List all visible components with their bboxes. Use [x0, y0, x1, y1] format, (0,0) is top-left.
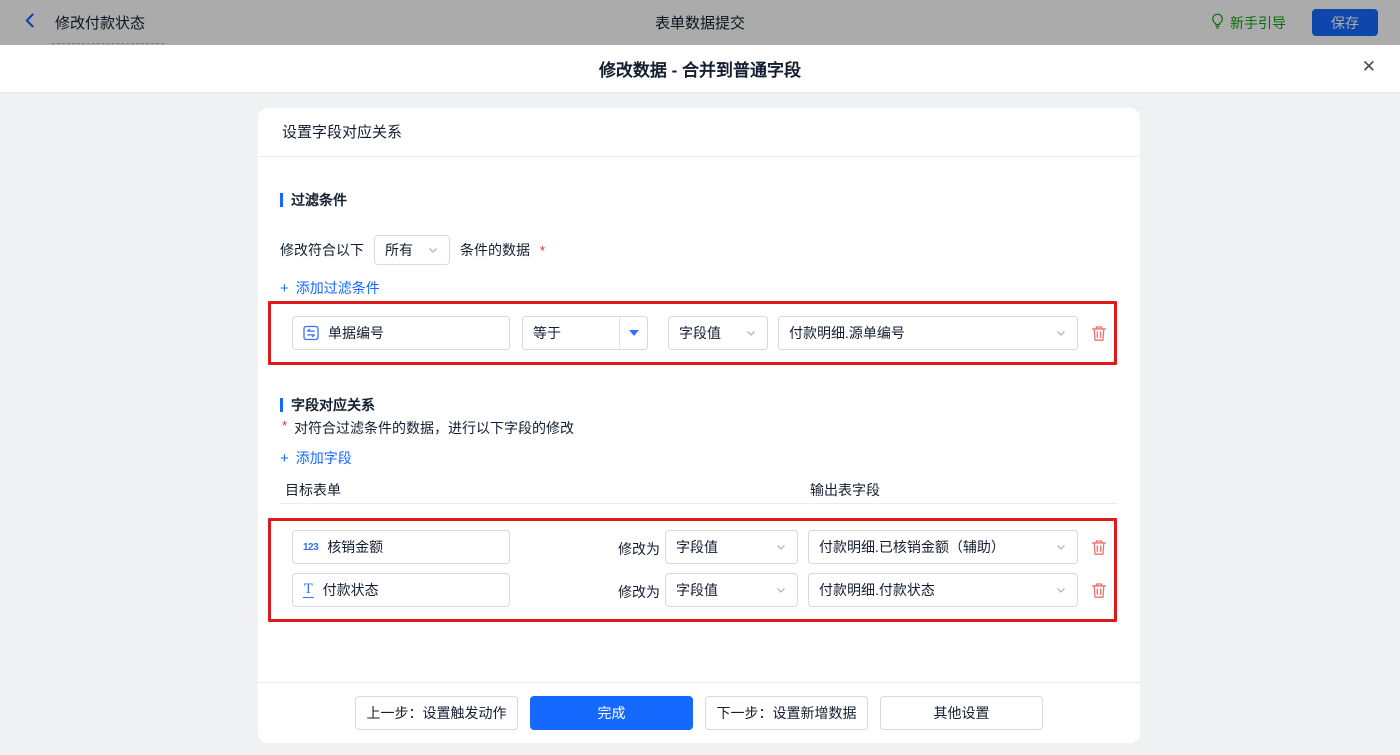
mapping-section-title-text: 字段对应关系	[291, 397, 375, 413]
mapping-row: T 付款状态 修改为 字段值 付款明细.付款状态	[258, 573, 1140, 607]
target-field-select[interactable]: 123 核销金额	[292, 530, 510, 564]
chevron-down-icon	[427, 244, 439, 256]
modify-to-label: 修改为	[618, 541, 660, 557]
filter-section-title-text: 过滤条件	[291, 192, 347, 208]
value-type-select[interactable]: 字段值	[665, 573, 798, 607]
filter-value-select[interactable]: 付款明细.源单编号	[778, 316, 1078, 350]
required-asterisk: *	[282, 418, 288, 433]
required-asterisk: *	[540, 242, 546, 258]
filter-operator-select[interactable]: 等于	[522, 316, 648, 350]
filter-section-title: 过滤条件	[280, 190, 347, 210]
chevron-down-icon	[775, 584, 787, 596]
mapping-description: 对符合过滤条件的数据，进行以下字段的修改	[294, 420, 575, 436]
value-type-select[interactable]: 字段值	[665, 530, 798, 564]
output-field-value: 付款明细.已核销金额（辅助）	[819, 539, 1005, 555]
next-step-button[interactable]: 下一步：设置新增数据	[705, 696, 868, 730]
output-field-select[interactable]: 付款明细.已核销金额（辅助）	[808, 530, 1078, 564]
filter-match-row: 修改符合以下 所有 条件的数据 *	[280, 235, 545, 265]
modal-body: 设置字段对应关系 过滤条件 修改符合以下 所有 条件的数据 * + 添加过滤条件…	[0, 93, 1400, 755]
done-button[interactable]: 完成	[530, 696, 693, 730]
filter-value-type-select[interactable]: 字段值	[668, 316, 768, 350]
modal-header: 修改数据 - 合并到普通字段 ✕	[0, 45, 1400, 93]
column-header-output-field: 输出表字段	[810, 482, 880, 498]
filter-field-name: 单据编号	[328, 325, 384, 341]
mapping-row: 123 核销金额 修改为 字段值 付款明细.已核销金额（辅助）	[258, 530, 1140, 564]
add-filter-condition-label: 添加过滤条件	[295, 280, 380, 296]
chevron-down-icon	[1055, 584, 1067, 596]
chevron-down-icon	[745, 327, 757, 339]
trash-icon	[1091, 540, 1107, 555]
section-marker	[280, 193, 283, 207]
delete-mapping-row-button[interactable]	[1091, 539, 1107, 556]
chevron-down-icon	[1055, 327, 1067, 339]
output-field-select[interactable]: 付款明细.付款状态	[808, 573, 1078, 607]
column-separator	[280, 503, 1118, 504]
mapping-description-row: * 对符合过滤条件的数据，进行以下字段的修改	[282, 418, 574, 438]
add-field-label: 添加字段	[295, 450, 352, 466]
condition-prefix-label: 修改符合以下	[280, 242, 364, 258]
filter-value-type: 字段值	[679, 325, 721, 341]
panel-footer: 上一步：设置触发动作 完成 下一步：设置新增数据 其他设置	[258, 682, 1140, 743]
filter-operator-value: 等于	[533, 325, 561, 341]
match-type-value: 所有	[385, 242, 413, 258]
modify-data-modal: 修改数据 - 合并到普通字段 ✕ 设置字段对应关系 过滤条件 修改符合以下 所有…	[0, 45, 1400, 755]
filter-field-select[interactable]: 单据编号	[292, 316, 510, 350]
column-header-target-form: 目标表单	[285, 482, 341, 498]
add-filter-condition-link[interactable]: + 添加过滤条件	[280, 278, 380, 298]
mapping-section-title: 字段对应关系	[280, 395, 375, 415]
chevron-down-icon	[1055, 541, 1067, 553]
panel-header: 设置字段对应关系	[258, 108, 1140, 157]
modal-overlay	[0, 0, 1400, 45]
operator-dropdown-toggle[interactable]	[619, 317, 647, 349]
section-marker	[280, 398, 283, 412]
value-type: 字段值	[676, 582, 718, 598]
value-type: 字段值	[676, 539, 718, 555]
trash-icon	[1091, 583, 1107, 598]
other-settings-button[interactable]: 其他设置	[880, 696, 1043, 730]
prev-step-button[interactable]: 上一步：设置触发动作	[355, 696, 518, 730]
caret-down-icon	[628, 330, 639, 336]
plus-icon: +	[280, 279, 289, 297]
filter-value: 付款明细.源单编号	[789, 325, 905, 341]
text-field-icon: T	[303, 581, 314, 598]
match-type-select[interactable]: 所有	[374, 235, 450, 265]
trash-icon	[1091, 326, 1107, 341]
number-field-icon: 123	[303, 541, 319, 553]
filter-condition-row: 单据编号 等于 字段值 付款明细.源单编号	[258, 316, 1140, 350]
target-field-name: 付款状态	[322, 582, 379, 598]
delete-filter-row-button[interactable]	[1091, 325, 1107, 342]
output-field-value: 付款明细.付款状态	[819, 582, 935, 598]
field-mapping-panel: 设置字段对应关系 过滤条件 修改符合以下 所有 条件的数据 * + 添加过滤条件…	[258, 108, 1140, 743]
plus-icon: +	[280, 449, 289, 467]
autonumber-field-icon	[303, 325, 319, 341]
target-field-name: 核销金额	[327, 539, 384, 555]
target-field-select[interactable]: T 付款状态	[292, 573, 510, 607]
close-icon[interactable]: ✕	[1362, 58, 1376, 75]
modify-to-label: 修改为	[618, 584, 660, 600]
condition-suffix-label: 条件的数据	[460, 242, 530, 258]
chevron-down-icon	[775, 541, 787, 553]
modal-title: 修改数据 - 合并到普通字段	[598, 61, 802, 80]
delete-mapping-row-button[interactable]	[1091, 582, 1107, 599]
add-field-link[interactable]: + 添加字段	[280, 448, 352, 468]
